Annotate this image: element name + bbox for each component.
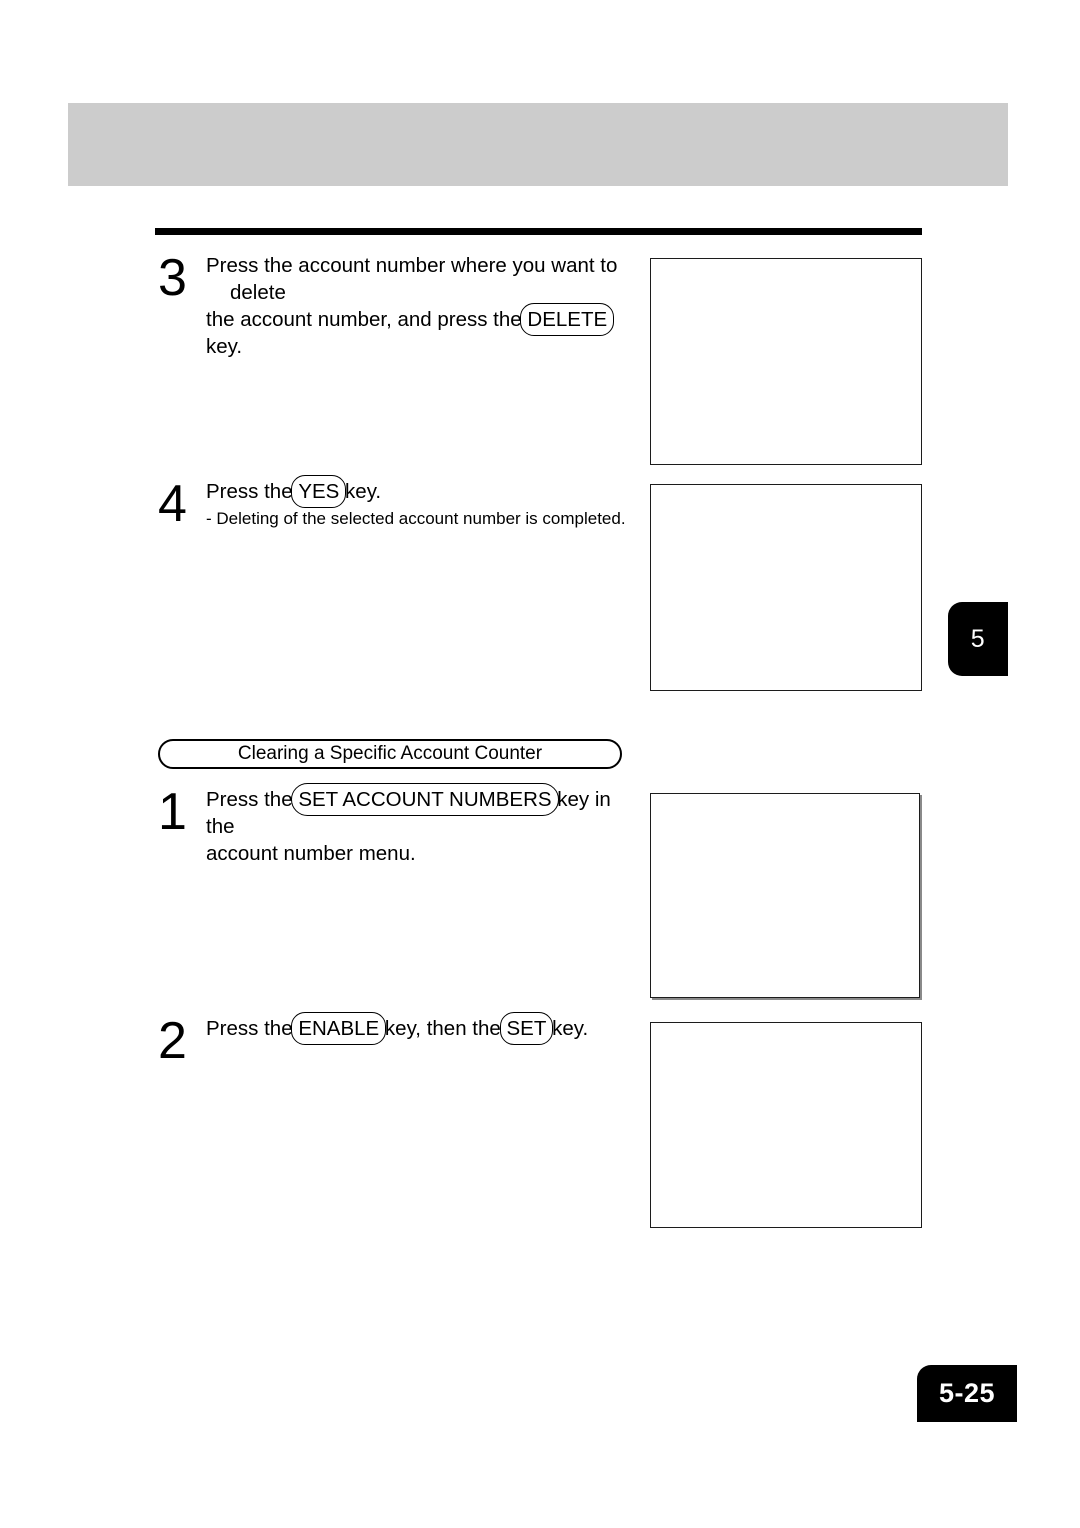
- section-step-2-body: Press the ENABLE key, then the SET key.: [206, 1012, 589, 1045]
- figure-section-step-2: [650, 1022, 922, 1228]
- step-4-subtext: - Deleting of the selected account numbe…: [206, 509, 626, 528]
- delete-key-label: DELETE: [527, 308, 608, 331]
- section-step-2-line1-after: key.: [552, 1017, 589, 1040]
- section-step-2-line1-middle: key, then the: [384, 1017, 501, 1040]
- set-account-numbers-key-label: SET ACCOUNT NUMBERS: [298, 788, 552, 811]
- yes-key-label: YES: [298, 480, 340, 503]
- set-key-cap[interactable]: SET: [499, 1012, 554, 1045]
- step-3-line2-before: the account number, and press the: [206, 308, 522, 331]
- yes-key-cap[interactable]: YES: [291, 475, 347, 508]
- step-4-line1-after: key.: [345, 480, 382, 503]
- section-step-1-body: Press the SET ACCOUNT NUMBERS key in the…: [206, 783, 638, 867]
- figure-section-step-1: [650, 793, 920, 998]
- page-number-tab: 5-25: [917, 1365, 1017, 1422]
- chapter-tab-label: 5: [970, 624, 986, 653]
- section-step-1-line2: account number menu.: [206, 842, 416, 865]
- enable-key-cap[interactable]: ENABLE: [291, 1012, 387, 1045]
- set-key-label: SET: [506, 1017, 547, 1040]
- step-3-line1-before: Press the account number where you want …: [206, 254, 618, 277]
- enable-key-label: ENABLE: [298, 1017, 380, 1040]
- step-3-number: 3: [158, 249, 187, 307]
- header-rule: [155, 228, 922, 235]
- section-step-1-line1-before: Press the: [206, 788, 293, 811]
- section-step-2-line1-before: Press the: [206, 1017, 293, 1040]
- chapter-tab: 5: [948, 602, 1008, 676]
- section-step-2-number: 2: [158, 1012, 187, 1070]
- header-band: [68, 103, 1008, 186]
- page-number-label: 5-25: [938, 1378, 996, 1408]
- step-3-line2-after: key.: [206, 335, 243, 358]
- step-4-number: 4: [158, 475, 187, 533]
- step-3-line1-gap: delete: [230, 281, 286, 304]
- section-title-label: Clearing a Specific Account Counter: [237, 743, 543, 764]
- section-step-1-number: 1: [158, 783, 187, 841]
- step-3-body: Press the account number where you want …: [206, 252, 638, 360]
- manual-page: 5 3 Press the account number where you w…: [0, 0, 1080, 1528]
- section-title-pill: Clearing a Specific Account Counter: [158, 739, 622, 769]
- step-4-body: Press the YES key. - Deleting of the sel…: [206, 475, 626, 531]
- delete-key-cap[interactable]: DELETE: [520, 303, 615, 336]
- set-account-numbers-key-cap[interactable]: SET ACCOUNT NUMBERS: [291, 783, 559, 816]
- figure-step-3: [650, 258, 922, 465]
- figure-step-4: [650, 484, 922, 691]
- step-4-line1-before: Press the: [206, 480, 293, 503]
